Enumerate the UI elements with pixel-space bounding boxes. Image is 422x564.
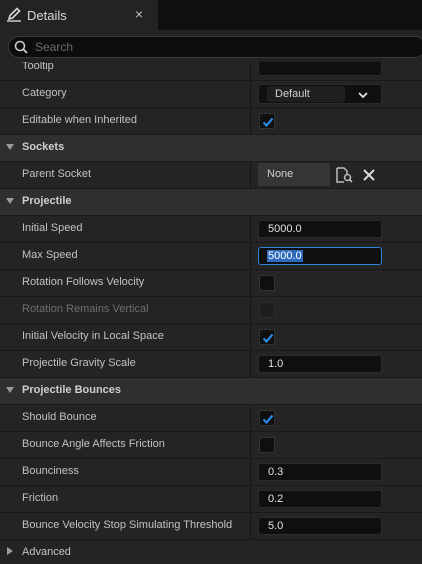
column-divider[interactable] — [250, 405, 251, 431]
should-bounce-checkbox[interactable] — [259, 410, 275, 426]
category-sockets[interactable]: Sockets — [0, 135, 422, 161]
column-divider[interactable] — [250, 162, 251, 188]
parent-socket-button[interactable]: None — [258, 163, 330, 186]
row-should-bounce: Should Bounce — [0, 405, 422, 431]
row-initial-speed: Initial Speed 5000.0 — [0, 216, 422, 242]
search-input[interactable] — [35, 39, 415, 55]
advanced-header: Advanced — [22, 546, 71, 558]
checkmark-icon — [262, 414, 274, 425]
initial-velocity-local-label: Initial Velocity in Local Space — [22, 330, 164, 342]
category-advanced[interactable]: Advanced — [0, 540, 422, 564]
tab-title: Details — [27, 8, 67, 23]
gravity-scale-field[interactable]: 1.0 — [258, 355, 382, 373]
rotation-follows-velocity-checkbox[interactable] — [259, 275, 275, 291]
column-divider[interactable] — [250, 108, 251, 134]
column-divider[interactable] — [250, 297, 251, 323]
bounce-angle-friction-label: Bounce Angle Affects Friction — [22, 438, 165, 450]
expand-arrow-icon — [6, 387, 14, 393]
chevron-down-icon — [357, 89, 369, 101]
expand-arrow-icon — [6, 144, 14, 150]
row-gravity-scale: Projectile Gravity Scale 1.0 — [0, 351, 422, 377]
bounce-angle-friction-checkbox[interactable] — [259, 437, 275, 453]
friction-field[interactable]: 0.2 — [258, 490, 382, 508]
row-initial-velocity-local: Initial Velocity in Local Space — [0, 324, 422, 350]
close-icon[interactable]: × — [135, 6, 143, 22]
sockets-header: Sockets — [22, 141, 65, 153]
tab-details[interactable]: Details × — [0, 0, 158, 30]
column-divider[interactable] — [250, 270, 251, 296]
row-bounce-angle-friction: Bounce Angle Affects Friction — [0, 432, 422, 458]
initial-speed-label: Initial Speed — [22, 222, 83, 234]
column-divider[interactable] — [250, 459, 251, 485]
clear-x-icon[interactable] — [362, 168, 376, 182]
search-box[interactable] — [8, 36, 422, 58]
checkmark-icon — [262, 117, 274, 128]
row-rotation-remains-vertical: Rotation Remains Vertical — [0, 297, 422, 323]
initial-speed-field[interactable]: 5000.0 — [258, 220, 382, 238]
column-divider[interactable] — [250, 81, 251, 107]
browse-socket-icon[interactable] — [335, 167, 353, 183]
checkmark-icon — [262, 333, 274, 344]
row-bounciness: Bounciness 0.3 — [0, 459, 422, 485]
column-divider[interactable] — [250, 351, 251, 377]
pencil-icon — [6, 6, 22, 22]
row-rotation-follows-velocity: Rotation Follows Velocity — [0, 270, 422, 296]
expand-arrow-icon — [6, 198, 14, 204]
row-friction: Friction 0.2 — [0, 486, 422, 512]
bounciness-label: Bounciness — [22, 465, 79, 477]
expand-arrow-icon — [7, 547, 13, 555]
parent-socket-label: Parent Socket — [22, 168, 92, 180]
column-divider[interactable] — [250, 513, 251, 539]
friction-label: Friction — [22, 492, 59, 504]
rotation-remains-vertical-checkbox — [259, 302, 275, 318]
row-max-speed: Max Speed 5000.0 — [0, 243, 422, 269]
search-icon — [14, 40, 28, 54]
column-divider[interactable] — [250, 486, 251, 512]
row-category: Category Default — [0, 81, 422, 107]
tooltip-field[interactable] — [258, 62, 382, 76]
editable-when-inherited-label: Editable when Inherited — [22, 114, 137, 126]
column-divider[interactable] — [250, 62, 251, 80]
tab-bar: Details × — [0, 0, 422, 30]
bounciness-field[interactable]: 0.3 — [258, 463, 382, 481]
gravity-scale-label: Projectile Gravity Scale — [22, 357, 136, 369]
column-divider[interactable] — [250, 243, 251, 269]
row-parent-socket: Parent Socket None — [0, 162, 422, 188]
tooltip-label: Tooltip — [22, 62, 54, 72]
max-speed-label: Max Speed — [22, 249, 78, 261]
projectile-bounces-header: Projectile Bounces — [22, 384, 122, 396]
column-divider[interactable] — [250, 216, 251, 242]
column-divider[interactable] — [250, 324, 251, 350]
category-dropdown[interactable]: Default — [258, 84, 382, 104]
row-bounce-stop-threshold: Bounce Velocity Stop Simulating Threshol… — [0, 513, 422, 539]
row-tooltip: Tooltip — [0, 62, 422, 80]
max-speed-field[interactable]: 5000.0 — [258, 247, 382, 265]
rotation-follows-velocity-label: Rotation Follows Velocity — [22, 276, 145, 288]
category-projectile[interactable]: Projectile — [0, 189, 422, 215]
details-panel: Tooltip Category Default Editable when I… — [0, 62, 422, 564]
category-projectile-bounces[interactable]: Projectile Bounces — [0, 378, 422, 404]
bounce-stop-threshold-field[interactable]: 5.0 — [258, 517, 382, 535]
should-bounce-label: Should Bounce — [22, 411, 97, 423]
projectile-header: Projectile — [22, 195, 72, 207]
category-label: Category — [22, 87, 67, 99]
category-value: Default — [275, 88, 310, 100]
editable-when-inherited-checkbox[interactable] — [259, 113, 275, 129]
bounce-stop-threshold-label: Bounce Velocity Stop Simulating Threshol… — [22, 519, 233, 531]
initial-velocity-local-checkbox[interactable] — [259, 329, 275, 345]
rotation-remains-vertical-label: Rotation Remains Vertical — [22, 303, 149, 315]
column-divider[interactable] — [250, 432, 251, 458]
row-editable-when-inherited: Editable when Inherited — [0, 108, 422, 134]
